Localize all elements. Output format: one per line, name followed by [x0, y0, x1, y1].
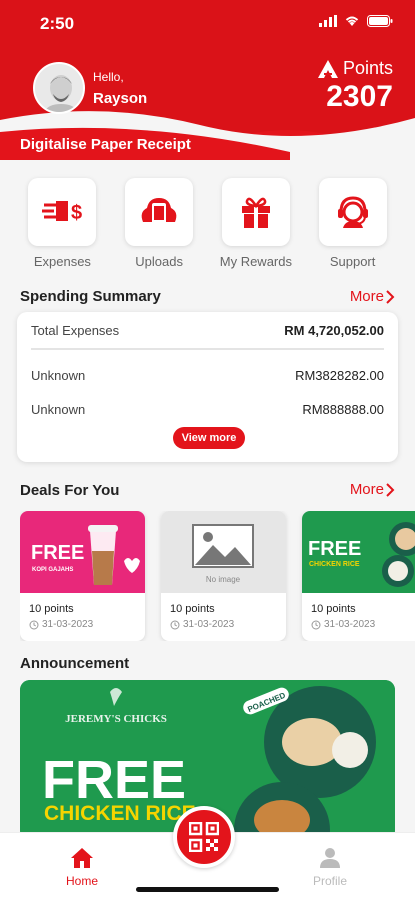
tab-profile-label: Profile	[313, 874, 348, 888]
total-expenses-row: Total Expenses RM 4,720,052.00	[31, 323, 384, 338]
deal-chicken-free-text: FREE	[308, 538, 361, 560]
tab-profile[interactable]: Profile	[313, 847, 347, 888]
rewards-tile[interactable]	[221, 178, 290, 246]
gift-icon	[241, 197, 270, 228]
deal-image-kopi: FREE KOPI GAJAHS	[20, 511, 145, 593]
avatar[interactable]	[33, 62, 85, 114]
clock-icon	[29, 620, 39, 629]
deal-kopi-free-text: FREE	[31, 542, 84, 564]
deal-date: 31-03-2023	[170, 619, 234, 630]
svg-text:$: $	[71, 202, 82, 224]
spending-summary-title: Spending Summary	[20, 288, 161, 305]
status-icons	[319, 15, 393, 27]
status-bar: 2:50	[0, 0, 415, 44]
header: 2:50 Hello, Rayson Points 2307 Digitalis…	[0, 0, 415, 160]
spending-summary-card: Total Expenses RM 4,720,052.00 Unknown R…	[17, 312, 398, 462]
user-name: Rayson	[93, 90, 148, 107]
chevron-right-icon	[386, 482, 395, 497]
summary-row-value: RM888888.00	[302, 402, 384, 417]
clock-icon	[311, 620, 321, 629]
tab-home[interactable]: Home	[66, 847, 98, 888]
summary-row-label: Unknown	[31, 368, 86, 383]
quick-actions: $ Expenses Uploads My Rewards Support	[0, 178, 415, 269]
summary-row-value: RM3828282.00	[295, 368, 384, 383]
home-icon	[71, 848, 93, 868]
total-expenses-value: RM 4,720,052.00	[284, 323, 384, 338]
summary-row: Unknown RM3828282.00	[31, 368, 384, 383]
support-icon	[337, 196, 368, 228]
uploads-tile[interactable]	[125, 178, 194, 246]
uploads-label: Uploads	[135, 254, 183, 269]
deals-carousel[interactable]: FREE KOPI GAJAHS 10 points 31-03-2023 No…	[20, 511, 415, 641]
deal-points: 10 points	[311, 603, 356, 615]
chevron-right-icon	[386, 289, 395, 304]
deal-date: 31-03-2023	[311, 619, 375, 630]
deal-date-text: 31-03-2023	[42, 619, 94, 630]
deal-points: 10 points	[170, 603, 215, 615]
rewards-label: My Rewards	[219, 254, 292, 269]
tab-home-label: Home	[66, 874, 99, 888]
spending-more-link[interactable]: More	[350, 288, 395, 305]
points-logo-icon	[317, 59, 338, 78]
quick-action-support[interactable]: Support	[307, 178, 399, 269]
announcement-headline: FREE	[42, 750, 186, 810]
points-label: Points	[342, 58, 393, 78]
announcement-brand: JEREMY'S CHICKS	[65, 713, 167, 725]
summary-row-label: Unknown	[31, 402, 86, 417]
expenses-tile[interactable]: $	[28, 178, 97, 246]
deal-date-text: 31-03-2023	[183, 619, 235, 630]
deal-date: 31-03-2023	[29, 619, 93, 630]
qr-code-icon	[189, 822, 219, 852]
battery-icon	[367, 15, 393, 27]
deals-more-link[interactable]: More	[350, 481, 395, 498]
deal-kopi-subtext: KOPI GAJAHS	[32, 567, 73, 573]
clock-icon	[170, 620, 180, 629]
home-indicator	[136, 887, 279, 892]
wifi-icon	[345, 16, 359, 26]
quick-action-my-rewards[interactable]: My Rewards	[210, 178, 302, 269]
summary-row: Unknown RM888888.00	[31, 402, 384, 417]
quick-action-expenses[interactable]: $ Expenses	[16, 178, 108, 269]
deal-image-chicken-rice: FREE CHICKEN RICE	[302, 511, 415, 593]
total-expenses-label: Total Expenses	[31, 323, 120, 338]
deals-title: Deals For You	[20, 482, 120, 499]
support-label: Support	[329, 254, 376, 269]
no-image-text: No image	[206, 575, 241, 584]
deal-points: 10 points	[29, 603, 74, 615]
greeting-text: Hello,	[93, 70, 124, 84]
points-label-group: Points	[317, 58, 393, 79]
deal-card-kopi[interactable]: FREE KOPI GAJAHS 10 points 31-03-2023	[20, 511, 145, 641]
deal-card-chicken-rice[interactable]: FREE CHICKEN RICE 10 points 31-03-2023	[302, 511, 415, 641]
signal-icon	[319, 15, 337, 27]
expenses-icon: $	[42, 201, 82, 224]
deal-date-text: 31-03-2023	[324, 619, 376, 630]
summary-divider	[31, 348, 384, 350]
digitalise-receipt-banner[interactable]: Digitalise Paper Receipt	[20, 136, 191, 153]
uploads-icon	[141, 198, 177, 225]
quick-action-uploads[interactable]: Uploads	[113, 178, 205, 269]
status-time: 2:50	[40, 14, 75, 33]
scan-qr-button[interactable]	[173, 806, 235, 868]
announcement-title: Announcement	[20, 655, 130, 672]
profile-icon	[320, 848, 340, 868]
points-value: 2307	[326, 80, 393, 113]
deal-chicken-subtext: CHICKEN RICE	[309, 561, 360, 568]
deals-more-label: More	[349, 481, 384, 498]
spending-more-label: More	[349, 288, 384, 305]
view-more-button[interactable]: View more	[173, 427, 245, 449]
expenses-label: Expenses	[33, 254, 91, 269]
deal-image-placeholder: No image	[161, 511, 286, 593]
deal-card-no-image[interactable]: No image 10 points 31-03-2023	[161, 511, 286, 641]
support-tile[interactable]	[318, 178, 387, 246]
app-root: 2:50 Hello, Rayson Points 2307 Digitalis…	[0, 0, 415, 900]
announcement-subheadline: CHICKEN RICE	[44, 802, 196, 825]
